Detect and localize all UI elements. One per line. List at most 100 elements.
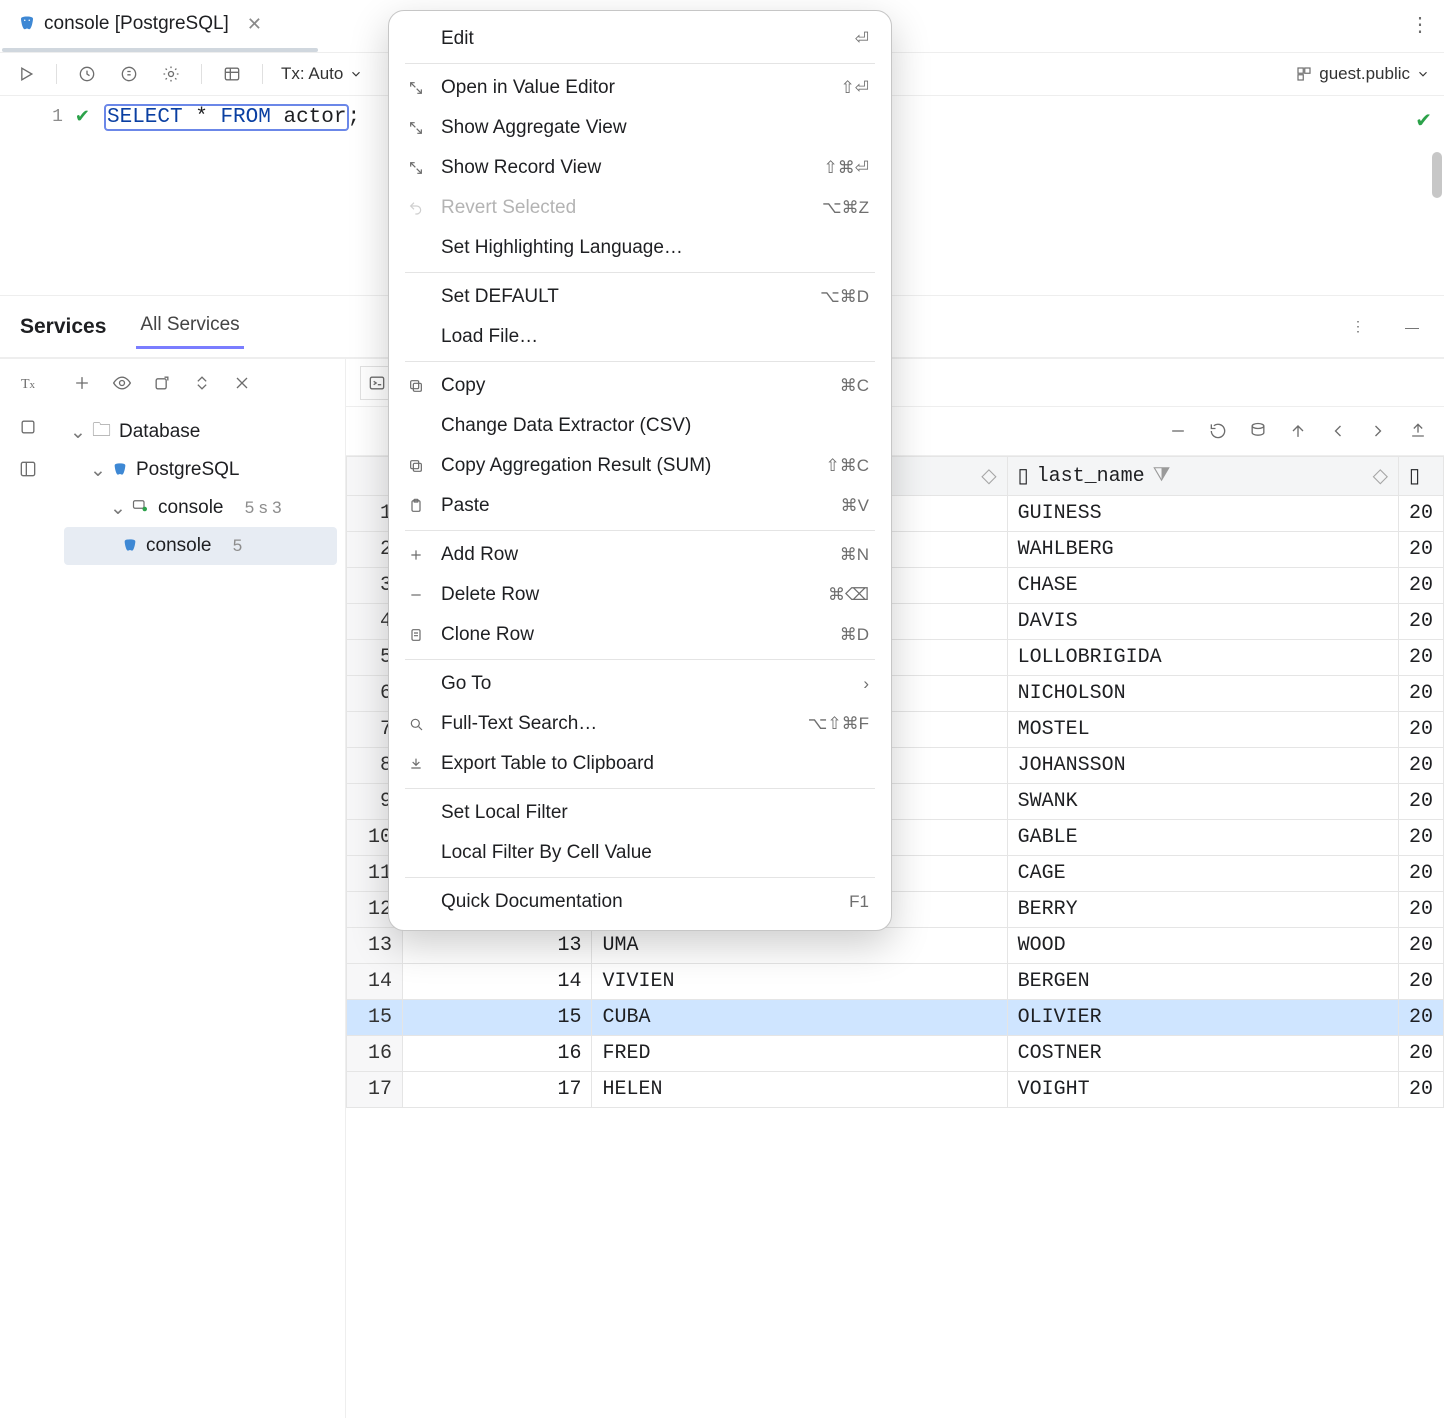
commit-icon[interactable] xyxy=(1246,419,1270,443)
menu-item[interactable]: Load File… xyxy=(395,317,885,357)
cell-last-name[interactable]: VOIGHT xyxy=(1007,1072,1398,1108)
filter-icon[interactable]: ⧩ xyxy=(1153,464,1171,488)
close-tab-icon[interactable]: ✕ xyxy=(247,14,262,35)
editor-scrollbar[interactable] xyxy=(1432,152,1442,198)
services-minimize-icon[interactable]: — xyxy=(1400,315,1424,339)
menu-item[interactable]: Copy Aggregation Result (SUM)⇧⌘C xyxy=(395,446,885,486)
menu-item[interactable]: Open in Value Editor⇧⏎ xyxy=(395,68,885,108)
cell-last-update[interactable]: 20 xyxy=(1398,964,1443,1000)
cell-last-name[interactable]: OLIVIER xyxy=(1007,1000,1398,1036)
cell-last-update[interactable]: 20 xyxy=(1398,532,1443,568)
tree-database[interactable]: ⌄🗀Database xyxy=(64,413,337,451)
cell-last-update[interactable]: 20 xyxy=(1398,604,1443,640)
cell-last-update[interactable]: 20 xyxy=(1398,1036,1443,1072)
cell-last-name[interactable]: DAVIS xyxy=(1007,604,1398,640)
cell-actor-id[interactable]: 14 xyxy=(403,964,592,1000)
menu-item[interactable]: Edit⏎ xyxy=(395,19,885,59)
context-menu[interactable]: Edit⏎ Open in Value Editor⇧⏎Show Aggregat… xyxy=(388,10,892,931)
cell-last-name[interactable]: COSTNER xyxy=(1007,1036,1398,1072)
tree-console-result[interactable]: console 5 xyxy=(64,527,337,565)
table-row[interactable]: 1313UMAWOOD20 xyxy=(347,928,1444,964)
cell-last-name[interactable]: JOHANSSON xyxy=(1007,748,1398,784)
cell-first-name[interactable]: CUBA xyxy=(592,1000,1007,1036)
menu-item[interactable]: Change Data Extractor (CSV) xyxy=(395,406,885,446)
add-icon[interactable] xyxy=(70,371,94,395)
close-session-icon[interactable] xyxy=(230,371,254,395)
reload-icon[interactable] xyxy=(1206,419,1230,443)
file-tab[interactable]: console [PostgreSQL] ✕ xyxy=(18,13,262,35)
cell-last-name[interactable]: BERRY xyxy=(1007,892,1398,928)
minus-icon[interactable] xyxy=(1166,419,1190,443)
cell-last-update[interactable]: 20 xyxy=(1398,676,1443,712)
cell-actor-id[interactable]: 15 xyxy=(403,1000,592,1036)
history-icon[interactable] xyxy=(75,62,99,86)
menu-item[interactable]: Add Row⌘N xyxy=(395,535,885,575)
menu-item[interactable]: Set Local Filter xyxy=(395,793,885,833)
cell-last-update[interactable]: 20 xyxy=(1398,784,1443,820)
cell-actor-id[interactable]: 13 xyxy=(403,928,592,964)
cell-last-name[interactable]: CHASE xyxy=(1007,568,1398,604)
inspection-ok-icon[interactable]: ✔ xyxy=(1415,108,1432,133)
select-all-icon[interactable] xyxy=(16,415,40,439)
tree-console-session[interactable]: ⌄console 5 s 3 xyxy=(64,489,337,527)
cell-last-name[interactable]: CAGE xyxy=(1007,856,1398,892)
cell-first-name[interactable]: HELEN xyxy=(592,1072,1007,1108)
row-number[interactable]: 15 xyxy=(347,1000,403,1036)
services-tree[interactable]: ⌄🗀Database ⌄PostgreSQL ⌄console 5 s 3 co… xyxy=(56,407,345,571)
cell-last-update[interactable]: 20 xyxy=(1398,928,1443,964)
row-number[interactable]: 14 xyxy=(347,964,403,1000)
open-new-icon[interactable] xyxy=(150,371,174,395)
cell-last-name[interactable]: BERGEN xyxy=(1007,964,1398,1000)
row-number[interactable]: 13 xyxy=(347,928,403,964)
show-icon[interactable] xyxy=(110,371,134,395)
cell-first-name[interactable]: FRED xyxy=(592,1036,1007,1072)
layout-icon[interactable] xyxy=(16,457,40,481)
schema-dropdown[interactable]: guest.public xyxy=(1295,64,1430,84)
menu-item[interactable]: Go To› xyxy=(395,664,885,704)
cell-actor-id[interactable]: 16 xyxy=(403,1036,592,1072)
cell-last-name[interactable]: LOLLOBRIGIDA xyxy=(1007,640,1398,676)
cell-last-update[interactable]: 20 xyxy=(1398,892,1443,928)
cell-last-name[interactable]: SWANK xyxy=(1007,784,1398,820)
cell-last-update[interactable]: 20 xyxy=(1398,820,1443,856)
prev-page-icon[interactable] xyxy=(1326,419,1350,443)
col-last-name[interactable]: ▯last_name⧩◇ xyxy=(1007,457,1398,496)
cell-last-update[interactable]: 20 xyxy=(1398,568,1443,604)
menu-item[interactable]: Show Aggregate View xyxy=(395,108,885,148)
next-page-icon[interactable] xyxy=(1366,419,1390,443)
editor-code[interactable]: SELECT * FROM actor; xyxy=(102,96,360,295)
table-row[interactable]: 1616FREDCOSTNER20 xyxy=(347,1036,1444,1072)
sort-icon[interactable]: ◇ xyxy=(1373,463,1388,489)
cell-first-name[interactable]: VIVIEN xyxy=(592,964,1007,1000)
tree-postgresql[interactable]: ⌄PostgreSQL xyxy=(64,451,337,489)
settings-icon[interactable] xyxy=(159,62,183,86)
menu-item[interactable]: Set Highlighting Language… xyxy=(395,228,885,268)
services-tab-all[interactable]: All Services xyxy=(136,304,243,349)
cell-actor-id[interactable]: 17 xyxy=(403,1072,592,1108)
cell-last-name[interactable]: WAHLBERG xyxy=(1007,532,1398,568)
cell-last-name[interactable]: GABLE xyxy=(1007,820,1398,856)
sort-icon[interactable]: ◇ xyxy=(981,463,996,489)
cell-last-update[interactable]: 20 xyxy=(1398,496,1443,532)
row-number[interactable]: 16 xyxy=(347,1036,403,1072)
menu-item[interactable]: Set DEFAULT⌥⌘D xyxy=(395,277,885,317)
menu-item[interactable]: Show Record View⇧⌘⏎ xyxy=(395,148,885,188)
export-icon[interactable] xyxy=(1406,419,1430,443)
menu-item[interactable]: Quick DocumentationF1 xyxy=(395,882,885,922)
menu-item[interactable]: Copy⌘C xyxy=(395,366,885,406)
cell-last-update[interactable]: 20 xyxy=(1398,1072,1443,1108)
up-icon[interactable] xyxy=(1286,419,1310,443)
table-row[interactable]: 1717HELENVOIGHT20 xyxy=(347,1072,1444,1108)
cell-last-update[interactable]: 20 xyxy=(1398,640,1443,676)
table-row[interactable]: 1414VIVIENBERGEN20 xyxy=(347,964,1444,1000)
expand-collapse-icon[interactable] xyxy=(190,371,214,395)
menu-item[interactable]: Delete Row⌘⌫ xyxy=(395,575,885,615)
table-row[interactable]: 1515CUBAOLIVIER20 xyxy=(347,1000,1444,1036)
menu-item[interactable]: Local Filter By Cell Value xyxy=(395,833,885,873)
menu-item[interactable]: Clone Row⌘D xyxy=(395,615,885,655)
cell-first-name[interactable]: UMA xyxy=(592,928,1007,964)
services-more-icon[interactable]: ⋮ xyxy=(1346,315,1370,339)
cell-last-update[interactable]: 20 xyxy=(1398,1000,1443,1036)
cell-last-update[interactable]: 20 xyxy=(1398,712,1443,748)
table-view-icon[interactable] xyxy=(220,62,244,86)
